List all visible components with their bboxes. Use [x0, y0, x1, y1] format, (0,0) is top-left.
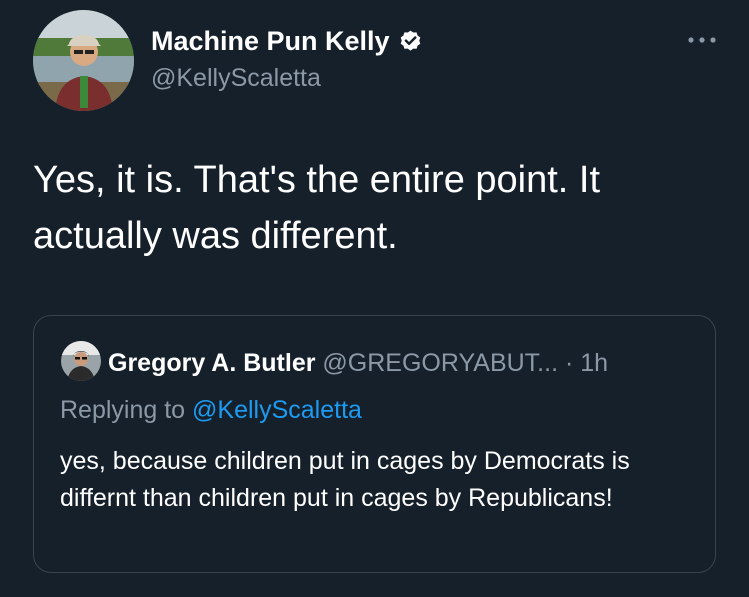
replying-to-line: Replying to @KellyScaletta: [60, 396, 362, 425]
author-name[interactable]: Machine Pun Kelly: [151, 26, 390, 57]
replying-to-handle[interactable]: @KellyScaletta: [192, 396, 362, 424]
tweet-card: Machine Pun Kelly @KellyScaletta Yes, it…: [0, 0, 749, 597]
author-avatar[interactable]: [33, 10, 134, 111]
quoted-separator: ·: [564, 349, 574, 377]
replying-prefix: Replying to: [60, 396, 186, 424]
user-avatar-photo: [61, 341, 101, 381]
quoted-header: Gregory A. Butler @GREGORYABUT... · 1h: [108, 349, 608, 378]
verified-badge-icon: [400, 30, 420, 51]
quoted-timestamp[interactable]: 1h: [580, 349, 608, 377]
more-options-icon[interactable]: [686, 34, 718, 46]
tweet-text: Yes, it is. That's the entire point. It …: [33, 159, 601, 257]
quoted-tweet[interactable]: Gregory A. Butler @GREGORYABUT... · 1h R…: [33, 315, 716, 573]
user-avatar-photo: [33, 10, 134, 111]
quoted-author-name[interactable]: Gregory A. Butler: [108, 349, 315, 377]
quoted-author-avatar[interactable]: [61, 341, 101, 381]
author-name-row[interactable]: Machine Pun Kelly: [151, 26, 423, 57]
quoted-author-handle[interactable]: @GREGORYABUT...: [322, 349, 558, 377]
quoted-tweet-text: yes, because children put in cages by De…: [60, 447, 630, 512]
author-handle[interactable]: @KellyScaletta: [151, 64, 321, 93]
